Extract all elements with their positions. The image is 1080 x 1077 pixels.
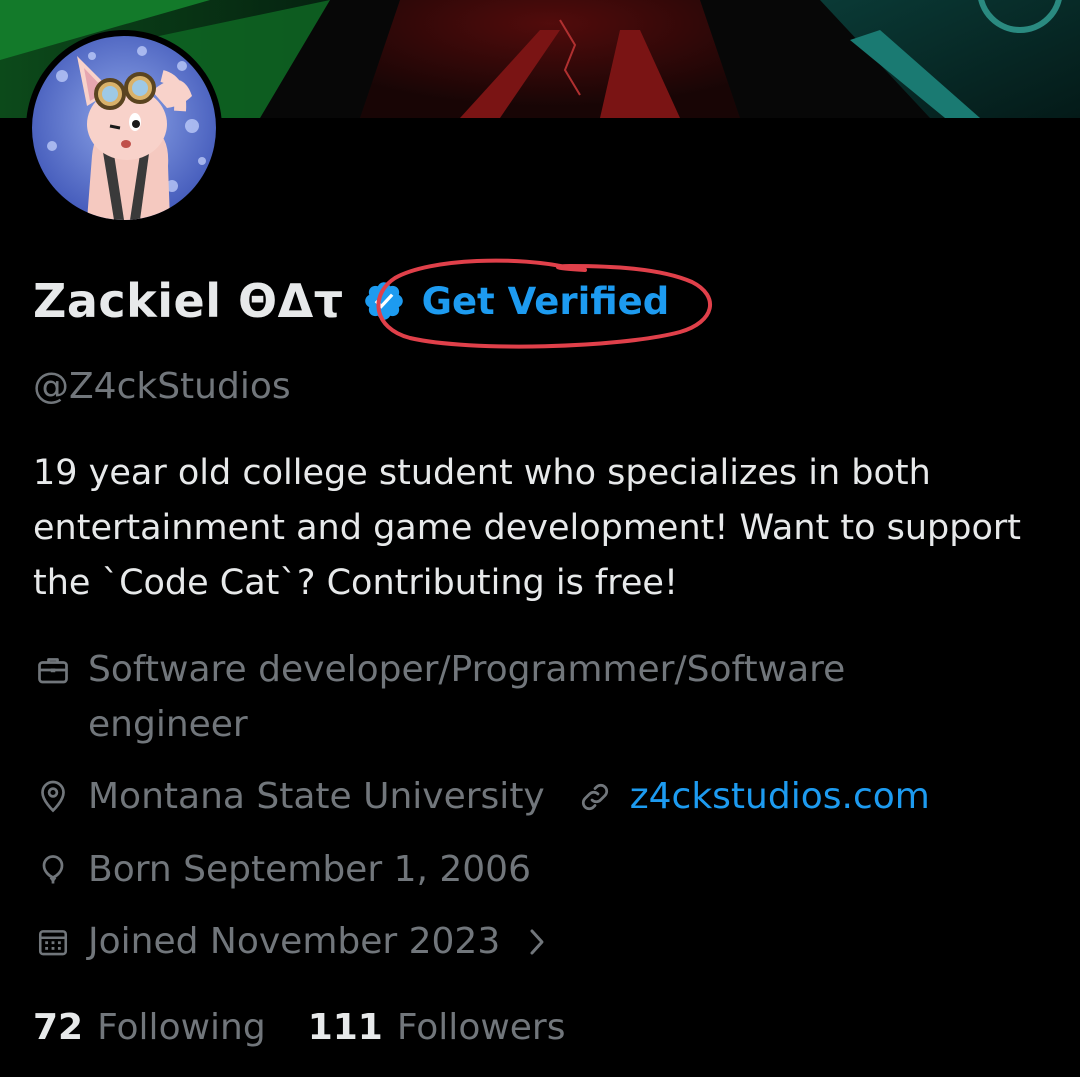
calendar-icon xyxy=(33,914,73,969)
chevron-right-icon xyxy=(526,914,548,969)
profile-page: Zackiel ΘΔτ Get Verified @Z4ckStudios 19… xyxy=(0,0,1080,1077)
username-handle: @Z4ckStudios xyxy=(33,366,291,407)
avatar[interactable] xyxy=(26,30,222,226)
follow-stats: 72 Following 111 Followers xyxy=(33,1000,566,1055)
occupation-row: Software developer/Programmer/Software e… xyxy=(33,642,1033,752)
display-name: Zackiel ΘΔτ xyxy=(33,274,344,328)
link-icon xyxy=(575,769,615,824)
following-link[interactable]: 72 Following xyxy=(33,1000,266,1055)
avatar-image xyxy=(32,36,216,220)
get-verified-button[interactable]: Get Verified xyxy=(362,279,670,323)
joined-row[interactable]: Joined November 2023 xyxy=(33,914,548,969)
following-count: 72 xyxy=(33,1007,84,1048)
location-text: Montana State University xyxy=(88,776,545,817)
occupation-text: Software developer/Programmer/Software e… xyxy=(88,649,846,745)
get-verified-label: Get Verified xyxy=(421,279,670,323)
followers-link[interactable]: 111 Followers xyxy=(308,1000,566,1055)
followers-count: 111 xyxy=(307,1007,383,1048)
following-label: Following xyxy=(97,1007,266,1048)
joined-text: Joined November 2023 xyxy=(88,921,501,962)
location-pin-icon xyxy=(33,769,73,824)
birthday-row: Born September 1, 2006 xyxy=(33,842,531,897)
followers-label: Followers xyxy=(396,1007,566,1048)
website-link[interactable]: z4ckstudios.com xyxy=(575,769,930,824)
birthday-text: Born September 1, 2006 xyxy=(88,849,531,890)
briefcase-icon xyxy=(33,642,73,697)
balloon-icon xyxy=(33,842,73,897)
name-row: Zackiel ΘΔτ Get Verified xyxy=(33,266,669,336)
verified-badge-icon xyxy=(362,279,406,323)
profile-bio: 19 year old college student who speciali… xyxy=(33,453,1022,603)
website-url: z4ckstudios.com xyxy=(629,776,930,817)
location-row: Montana State University z4ckstudios.com xyxy=(33,769,930,824)
